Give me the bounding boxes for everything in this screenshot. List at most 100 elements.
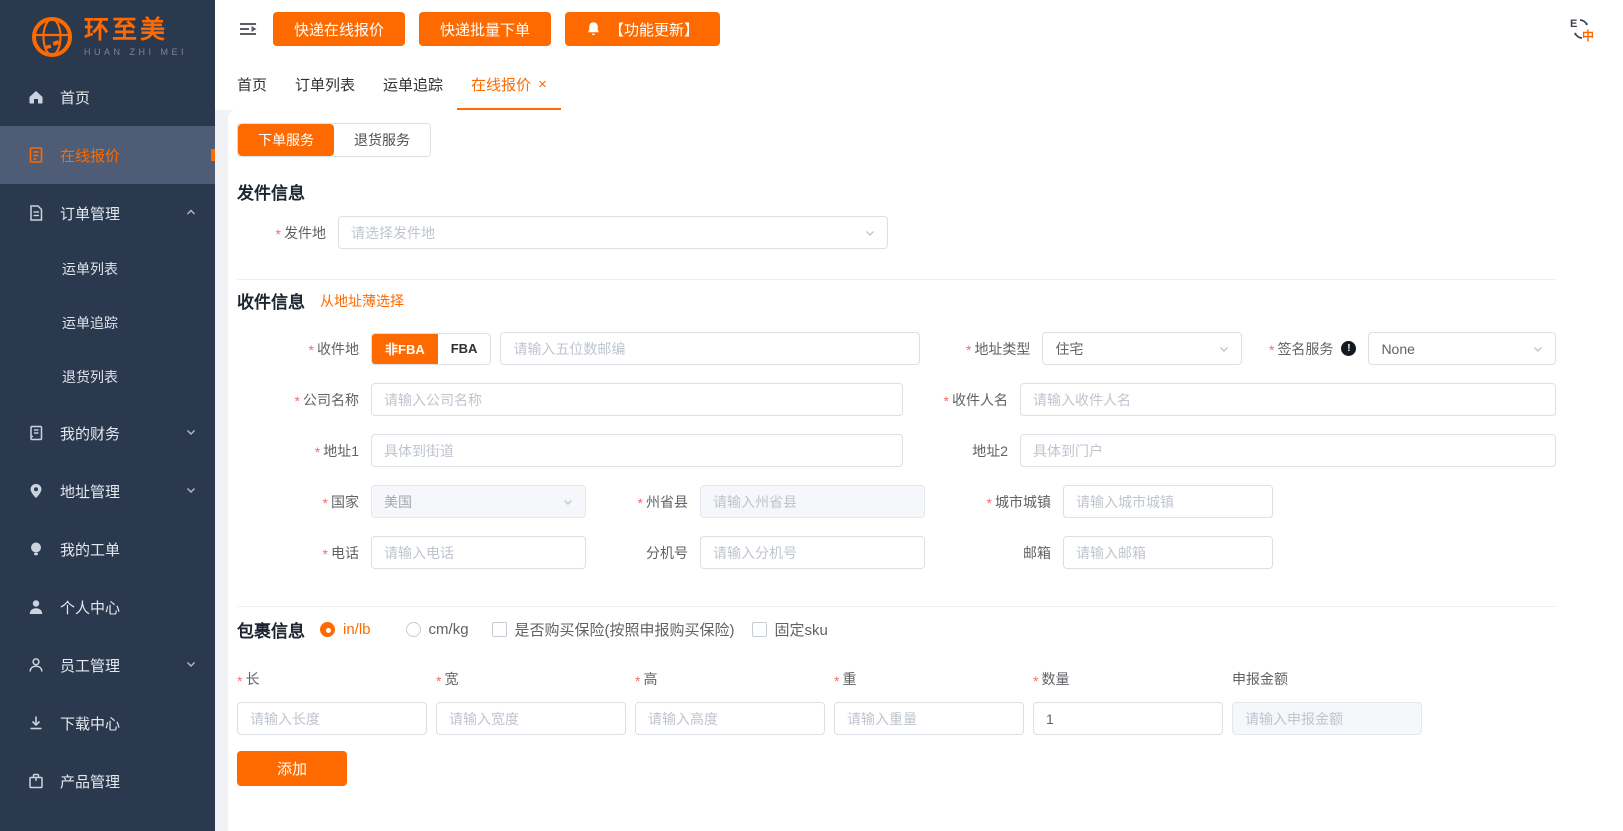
- brand-name: 环至美: [84, 15, 169, 44]
- feature-update-button[interactable]: 【功能更新】: [565, 12, 721, 46]
- chevron-down-icon: [564, 499, 572, 505]
- length-field: * 长: [237, 669, 427, 735]
- signature-service-select[interactable]: None: [1368, 332, 1556, 365]
- toggle-fba[interactable]: FBA: [437, 333, 491, 364]
- package-section-title: 包裹信息: [237, 622, 305, 641]
- service-tabs: 下单服务 退货服务: [237, 123, 431, 157]
- length-input[interactable]: [237, 702, 427, 735]
- express-batch-order-button[interactable]: 快递批量下单: [419, 12, 552, 46]
- insurance-checkbox[interactable]: 是否购买保险(按照申报购买保险): [491, 619, 735, 640]
- address2-input[interactable]: [1020, 434, 1556, 467]
- width-input[interactable]: [436, 702, 626, 735]
- tab-home[interactable]: 首页: [223, 74, 281, 110]
- address1-input[interactable]: [371, 434, 903, 467]
- address1-label: * 地址1: [314, 442, 359, 461]
- sidebar-item-product-management[interactable]: 产品管理: [0, 752, 215, 810]
- fixed-sku-checkbox[interactable]: 固定sku: [751, 619, 828, 640]
- ext-input[interactable]: [700, 536, 925, 569]
- radio-selected-icon: [320, 622, 335, 637]
- main-area: 快递在线报价 快递批量下单 【功能更新】 E 中 首页 订单列表 运单追踪 在线…: [215, 0, 1623, 831]
- receiver-row-4: * 国家 美国 * 州省县 * 城市城镇: [237, 485, 1556, 518]
- origin-select[interactable]: 请选择发件地: [338, 216, 888, 249]
- chevron-down-icon: [1534, 346, 1542, 352]
- chevron-up-icon: [185, 205, 197, 222]
- bell-icon: [586, 21, 601, 37]
- download-icon: [26, 713, 46, 733]
- service-tab-return[interactable]: 退货服务: [334, 124, 430, 156]
- sidebar-item-address-management[interactable]: 地址管理: [0, 462, 215, 520]
- product-box-icon: [26, 771, 46, 791]
- svg-text:E: E: [1570, 18, 1577, 30]
- receiver-row-2: * 公司名称 * 收件人名: [237, 383, 1556, 416]
- order-form-card: 下单服务 退货服务 发件信息 * 发件地 请选择发件地 收件信息 从地址薄选择 …: [228, 110, 1623, 831]
- sidebar-subitem-waybill-tracking[interactable]: 运单追踪: [0, 296, 215, 350]
- signature-service-label: * 签名服务 !: [1242, 339, 1368, 359]
- service-tab-place-order[interactable]: 下单服务: [238, 124, 334, 156]
- quantity-field: * 数量: [1033, 669, 1223, 735]
- height-input[interactable]: [635, 702, 825, 735]
- unit-inlb-radio[interactable]: in/lb: [320, 621, 371, 638]
- add-package-button[interactable]: 添加: [237, 751, 347, 786]
- page-tabs: 首页 订单列表 运单追踪 在线报价 ×: [215, 58, 1623, 110]
- origin-label: * 发件地: [275, 224, 326, 243]
- country-select[interactable]: 美国: [371, 485, 586, 518]
- state-input[interactable]: [700, 485, 925, 518]
- address-book-link[interactable]: 从地址薄选择: [320, 291, 404, 311]
- width-field: * 宽: [436, 669, 626, 735]
- sidebar-item-download-center[interactable]: 下载中心: [0, 694, 215, 752]
- chevron-down-icon: [866, 230, 874, 236]
- finance-ledger-icon: [26, 423, 46, 443]
- language-switch-icon[interactable]: E 中: [1567, 15, 1595, 43]
- info-icon[interactable]: !: [1341, 341, 1357, 356]
- sender-section-title: 发件信息: [237, 184, 305, 203]
- sidebar-item-personal-center[interactable]: 个人中心: [0, 578, 215, 636]
- receiver-section-head: 收件信息 从地址薄选择: [237, 288, 1556, 313]
- chevron-down-icon: [185, 483, 197, 500]
- weight-field: * 重: [834, 669, 1024, 735]
- phone-input[interactable]: [371, 536, 586, 569]
- zip-input[interactable]: [500, 332, 921, 365]
- sidebar-subitem-waybill-list[interactable]: 运单列表: [0, 242, 215, 296]
- tab-order-list[interactable]: 订单列表: [281, 74, 369, 110]
- package-dims-row: *长 *宽 *高 *重: [237, 669, 1556, 735]
- staff-icon: [26, 655, 46, 675]
- quantity-input[interactable]: [1033, 702, 1223, 735]
- tab-close-icon[interactable]: ×: [538, 77, 547, 92]
- email-input[interactable]: [1063, 536, 1273, 569]
- sidebar-item-staff-management[interactable]: 员工管理: [0, 636, 215, 694]
- express-online-quote-button[interactable]: 快递在线报价: [273, 12, 406, 46]
- unit-cmkg-radio[interactable]: cm/kg: [405, 621, 469, 638]
- tab-waybill-tracking[interactable]: 运单追踪: [369, 74, 457, 110]
- ext-label: 分机号: [646, 544, 688, 561]
- sidebar-item-order-management[interactable]: 订单管理: [0, 184, 215, 242]
- chevron-down-icon: [185, 425, 197, 442]
- declared-value-input[interactable]: [1232, 702, 1422, 735]
- tab-online-quote[interactable]: 在线报价 ×: [457, 74, 561, 110]
- sidebar-menu: 首页 在线报价 订单管理 运单列表 运单追踪 退货列表 我的财务 地址管理 我的…: [0, 68, 215, 810]
- city-input[interactable]: [1063, 485, 1273, 518]
- sidebar-subitem-return-list[interactable]: 退货列表: [0, 350, 215, 404]
- city-label: * 城市城镇: [986, 493, 1051, 512]
- sidebar-item-online-quote[interactable]: 在线报价: [0, 126, 215, 184]
- address-type-select[interactable]: 住宅: [1042, 332, 1243, 365]
- company-input[interactable]: [371, 383, 903, 416]
- sidebar-item-home[interactable]: 首页: [0, 68, 215, 126]
- dest-label: * 收件地: [308, 340, 359, 359]
- menu-fold-icon[interactable]: [237, 20, 259, 38]
- chevron-down-icon: [1220, 346, 1229, 352]
- sender-row: * 发件地 请选择发件地: [237, 216, 1556, 249]
- radio-icon: [405, 622, 421, 637]
- sidebar-item-my-work-orders[interactable]: 我的工单: [0, 520, 215, 578]
- order-document-icon: [26, 203, 46, 223]
- toggle-non-fba[interactable]: 非FBA: [372, 333, 438, 364]
- recipient-input[interactable]: [1020, 383, 1556, 416]
- email-label: 邮箱: [1023, 544, 1051, 561]
- weight-input[interactable]: [834, 702, 1024, 735]
- package-section-head: 包裹信息 in/lb cm/kg 是否购买保险(按照申报购买保险) 固定sku: [237, 617, 1556, 642]
- company-label: * 公司名称: [294, 391, 359, 410]
- section-divider: [237, 279, 1556, 280]
- topbar: 快递在线报价 快递批量下单 【功能更新】 E 中: [215, 0, 1623, 58]
- declared-value-field: 申报金额: [1232, 669, 1422, 735]
- sidebar-item-my-finance[interactable]: 我的财务: [0, 404, 215, 462]
- checkbox-icon: [751, 622, 767, 637]
